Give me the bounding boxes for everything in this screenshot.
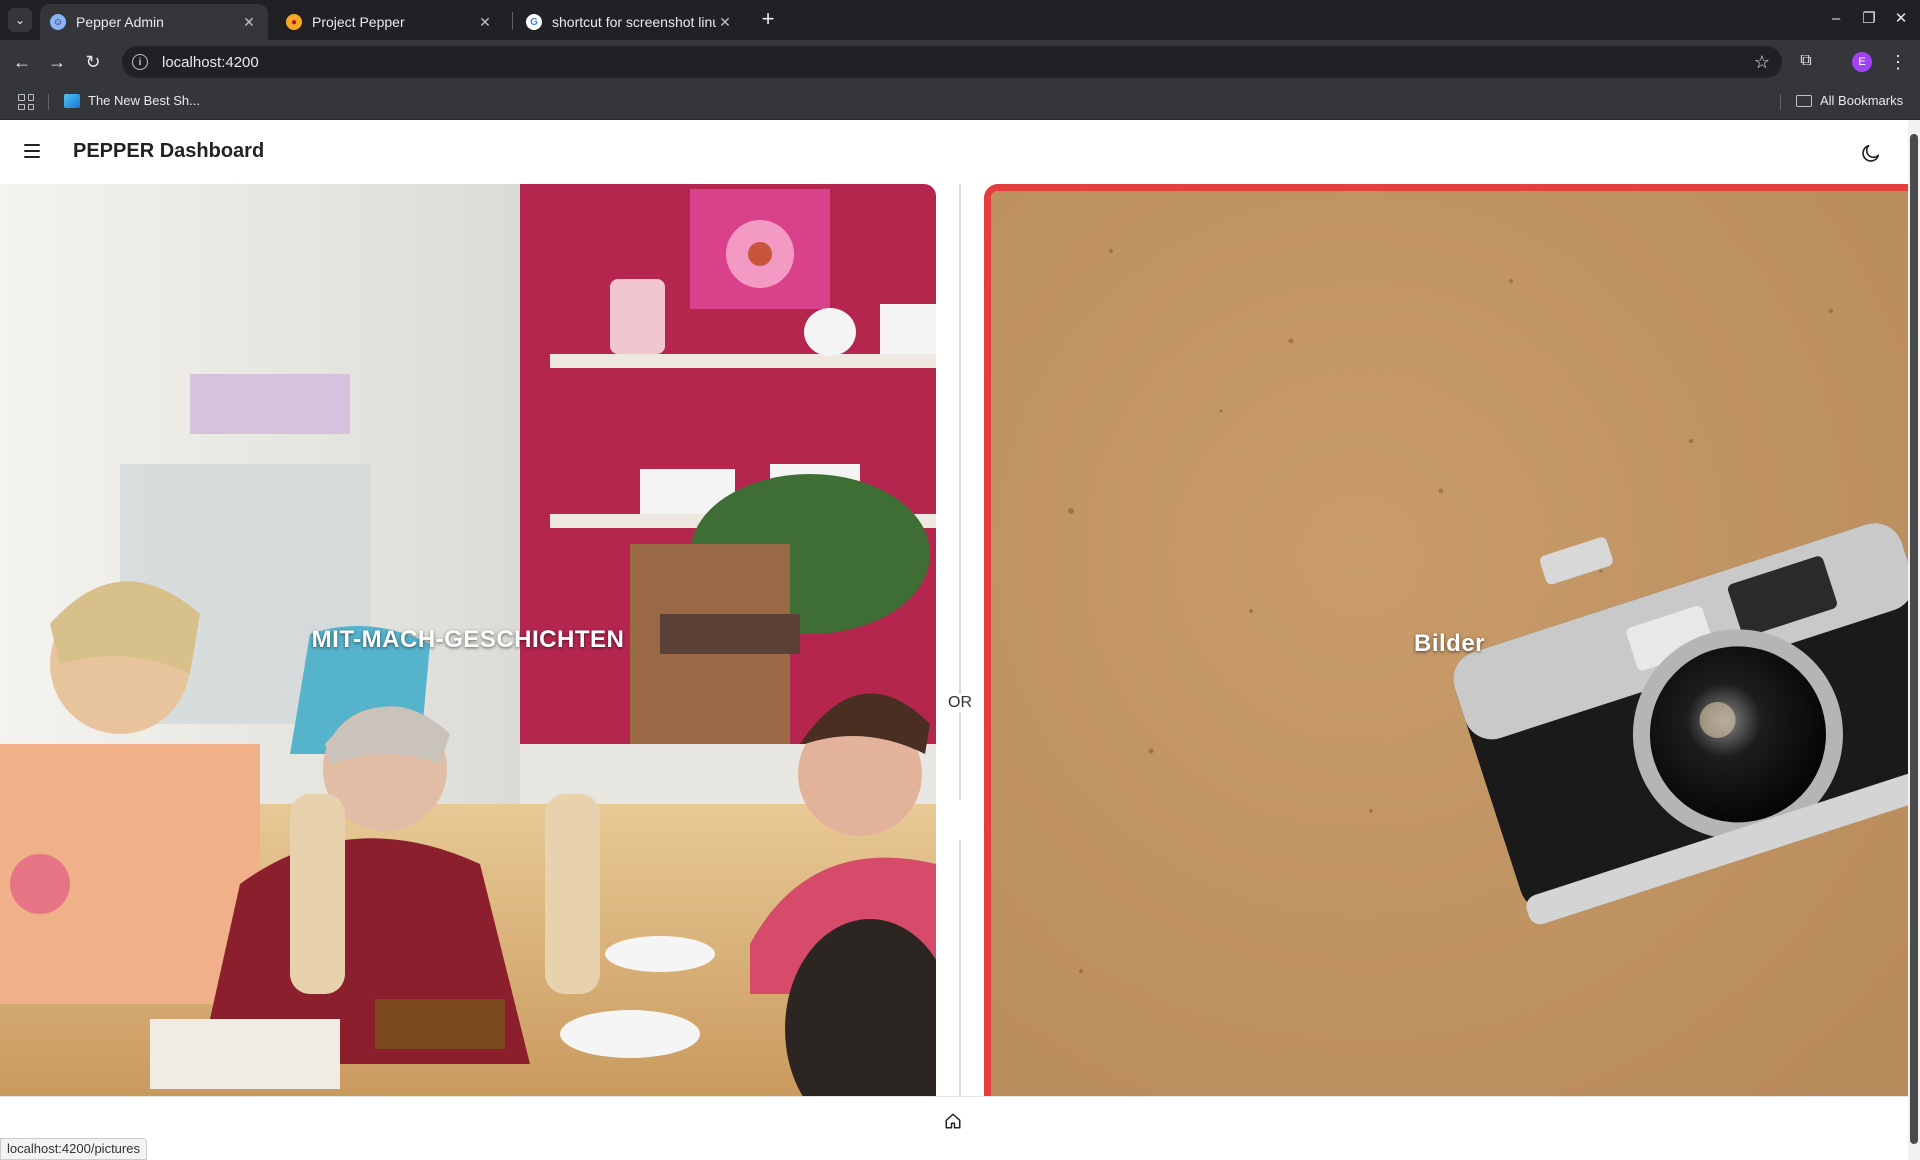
divider-line-bottom (959, 840, 961, 1096)
tab-title: Project Pepper (312, 14, 405, 30)
app-viewport: PEPPER Dashboard MIT-MACH-GESCHICHTEN OR… (0, 120, 1908, 1160)
back-icon[interactable]: ← (10, 50, 34, 74)
bookmarks-bar: The New Best Sh... All Bookmarks (0, 84, 1920, 120)
all-bookmarks-button[interactable]: All Bookmarks (1796, 93, 1903, 108)
tab-project-pepper[interactable]: ● Project Pepper ✕ (276, 4, 504, 40)
google-icon: G (526, 14, 542, 30)
link-status-bar: localhost:4200/pictures (0, 1138, 147, 1160)
new-tab-button[interactable]: + (756, 6, 780, 34)
folder-icon (1796, 94, 1812, 107)
bookmark-favicon-icon (64, 93, 80, 108)
card-label: Bilder (1413, 629, 1485, 657)
bookmark-separator (1780, 94, 1781, 110)
tab-title: shortcut for screenshot linu (552, 14, 716, 30)
menu-icon[interactable] (24, 144, 40, 158)
forward-icon[interactable]: → (45, 50, 69, 74)
card-mit-mach-geschichten[interactable]: MIT-MACH-GESCHICHTEN (0, 184, 936, 1096)
bookmark-label: The New Best Sh... (88, 93, 200, 108)
tab-screenshot-search[interactable]: G shortcut for screenshot linu ✕ (516, 4, 744, 40)
page-title: PEPPER Dashboard (73, 140, 265, 162)
browser-toolbar: ← → ↻ i localhost:4200 ☆ ⧉ E ⋮ (0, 40, 1920, 84)
card-bilder[interactable]: Bilder (984, 184, 1908, 1096)
minimize-icon[interactable]: – (1825, 8, 1847, 30)
tab-pepper-admin[interactable]: ☺ Pepper Admin ✕ (40, 4, 268, 40)
page-scrollbar[interactable] (1908, 120, 1920, 1160)
all-bookmarks-label: All Bookmarks (1820, 93, 1904, 108)
pepper-project-icon: ● (286, 14, 302, 30)
dark-mode-moon-icon[interactable] (1860, 142, 1882, 164)
address-bar[interactable]: i localhost:4200 ☆ (122, 46, 1782, 78)
scroll-thumb[interactable] (1910, 134, 1918, 1144)
browser-tab-strip: ⌄ ☺ Pepper Admin ✕ ● Project Pepper ✕ G … (0, 0, 1920, 40)
card-label: MIT-MACH-GESCHICHTEN (311, 626, 625, 653)
apps-grid-icon[interactable] (18, 94, 34, 110)
tab-close-icon[interactable]: ✕ (476, 14, 494, 31)
window-close-icon[interactable]: ✕ (1890, 8, 1912, 30)
site-info-icon[interactable]: i (132, 54, 148, 70)
bookmark-star-icon[interactable]: ☆ (1754, 52, 1770, 73)
home-icon[interactable] (944, 1112, 962, 1130)
tab-close-icon[interactable]: ✕ (716, 14, 734, 31)
pepper-admin-icon: ☺ (50, 14, 66, 30)
restore-icon[interactable]: ❐ (1858, 8, 1880, 30)
tab-search-chevron-icon[interactable]: ⌄ (8, 8, 32, 32)
bookmark-separator (48, 94, 49, 110)
tab-title: Pepper Admin (76, 14, 164, 30)
extensions-icon[interactable]: ⧉ (1796, 52, 1816, 72)
url-text[interactable]: localhost:4200 (162, 54, 1754, 71)
bookmark-item[interactable]: The New Best Sh... (64, 93, 200, 108)
tab-close-icon[interactable]: ✕ (240, 14, 258, 31)
profile-avatar[interactable]: E (1852, 52, 1872, 72)
browser-menu-icon[interactable]: ⋮ (1888, 50, 1908, 74)
or-divider (959, 184, 961, 1096)
reload-icon[interactable]: ↻ (81, 50, 105, 74)
app-header: PEPPER Dashboard (0, 120, 1908, 184)
or-label: OR (947, 694, 973, 712)
tab-separator (512, 12, 513, 30)
